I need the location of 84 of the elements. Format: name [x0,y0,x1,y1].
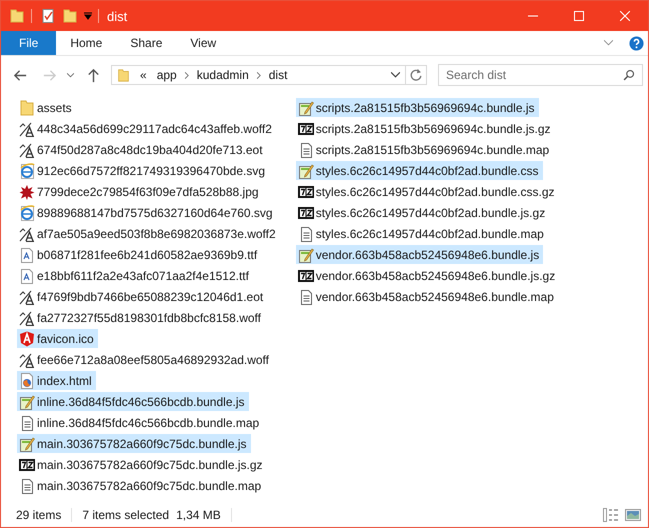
notepad-icon [19,436,35,452]
chevron-icon[interactable] [391,72,400,78]
file-item[interactable]: styles.6c26c14957d44c0bf2ad.bundle.css [296,161,543,180]
dropdown-icon[interactable] [84,12,92,20]
folder-icon [117,68,130,82]
file-item[interactable]: index.html [17,371,96,390]
file-item[interactable]: main.303675782a660f9c75dc.bundle.js.gz [17,455,267,474]
search-icon [623,69,635,81]
large-icons-view-icon[interactable] [625,509,641,521]
breadcrumb[interactable]: dist [264,68,292,82]
breadcrumb[interactable]: kudadmin [192,68,254,82]
file-item[interactable]: inline.36d84f5fdc46c566bcdb.bundle.js [17,392,248,411]
file-item[interactable]: fee66e712a8a08eef5805a46892932ad.woff [17,350,274,369]
refresh-icon [409,68,423,82]
file-item[interactable]: scripts.2a81515fb3b56969694c.bundle.map [296,140,554,159]
font-file-icon [19,352,35,368]
font-file-icon [19,142,35,158]
archive-icon [298,184,314,200]
file-item[interactable]: scripts.2a81515fb3b56969694c.bundle.js [296,98,539,117]
font-file-icon [19,120,35,136]
item-count: 29 items [16,508,62,522]
file-item[interactable]: 7799dece2c79854f63f09e7dfa528b88.jpg [17,182,263,201]
splat-icon [19,184,35,200]
notepad-icon [19,394,35,410]
properties-icon[interactable] [40,8,56,24]
font-file-icon [19,268,35,284]
web-file-icon [19,204,35,220]
archive-icon [298,204,314,220]
overflow-crumb[interactable]: « [135,68,152,82]
breadcrumb[interactable]: app [152,68,182,82]
archive-icon [298,268,314,284]
help-icon[interactable] [629,36,644,50]
file-item[interactable]: favicon.ico [17,329,98,348]
dropdown-icon[interactable] [67,72,74,78]
file-item[interactable]: vendor.663b458acb52456948e6.bundle.js [296,245,544,264]
notepad-icon [298,162,314,178]
file-item[interactable]: styles.6c26c14957d44c0bf2ad.bundle.js.gz [296,203,550,222]
details-view-icon[interactable] [603,508,619,522]
shield-icon [19,330,35,346]
chevron-icon[interactable] [184,72,189,78]
file-item[interactable]: scripts.2a81515fb3b56969694c.bundle.js.gz [296,119,555,138]
close-icon [620,11,630,21]
file-item[interactable]: 674f50d287a8c48dc19ba404d20fe713.eot [17,140,267,159]
file-item[interactable]: f4769f9bdb7466be65088239c12046d1.eot [17,287,268,306]
archive-icon [298,120,314,136]
file-item[interactable]: styles.6c26c14957d44c0bf2ad.bundle.css.gz [296,182,559,201]
address-bar[interactable]: « app kudadmin dist [111,65,427,85]
maximize-icon [574,11,584,21]
file-item[interactable]: 89889688147bd7575d6327160d64e760.svg [17,203,277,222]
archive-icon [19,456,35,472]
selection-count: 7 items selected [82,508,170,522]
file-item[interactable]: inline.36d84f5fdc46c566bcdb.bundle.map [17,413,264,432]
web-file-icon [19,162,35,178]
folder-icon [19,100,35,116]
font-file-icon [19,246,35,262]
file-item[interactable]: assets [17,98,76,117]
text-file-icon [19,478,35,494]
file-item[interactable]: fa2772327f55d8198301fdb8bcfc8158.woff [17,308,265,327]
folder-icon[interactable] [9,8,25,24]
window-title: dist [107,8,128,24]
notepad-icon [298,100,314,116]
file-item[interactable]: styles.6c26c14957d44c0bf2ad.bundle.map [296,224,548,243]
file-item[interactable]: main.303675782a660f9c75dc.bundle.js [17,434,251,453]
font-file-icon [19,226,35,242]
selection-size: 1,34 MB [176,508,221,522]
text-file-icon [19,414,35,430]
file-item[interactable]: 448c34a56d699c29117adc64c43affeb.woff2 [17,119,276,138]
font-file-icon [19,310,35,326]
notepad-icon [298,246,314,262]
file-item[interactable]: e18bbf611f2a2e43afc071aa2f4e1512.ttf [17,266,253,285]
ribbon-tab[interactable]: File [1,31,56,55]
file-item[interactable]: af7ae505a9eed503f8b8e6982036873e.woff2 [17,224,280,243]
file-item[interactable]: b06871f281fee6b241d60582ae9369b9.ttf [17,245,262,264]
file-item[interactable]: vendor.663b458acb52456948e6.bundle.map [296,287,558,306]
search-field[interactable]: Search dist [438,64,643,86]
font-file-icon [19,288,35,304]
chevron-icon[interactable] [256,72,261,78]
folder-icon[interactable] [62,8,78,24]
html-file-icon [19,372,35,388]
file-item[interactable]: 912ec66d7572ff821749319396470bde.svg [17,161,269,180]
back-icon[interactable] [13,68,28,82]
file-item[interactable]: main.303675782a660f9c75dc.bundle.map [17,476,266,495]
up-icon[interactable] [86,68,101,82]
file-item[interactable]: vendor.663b458acb52456948e6.bundle.js.gz [296,266,560,285]
